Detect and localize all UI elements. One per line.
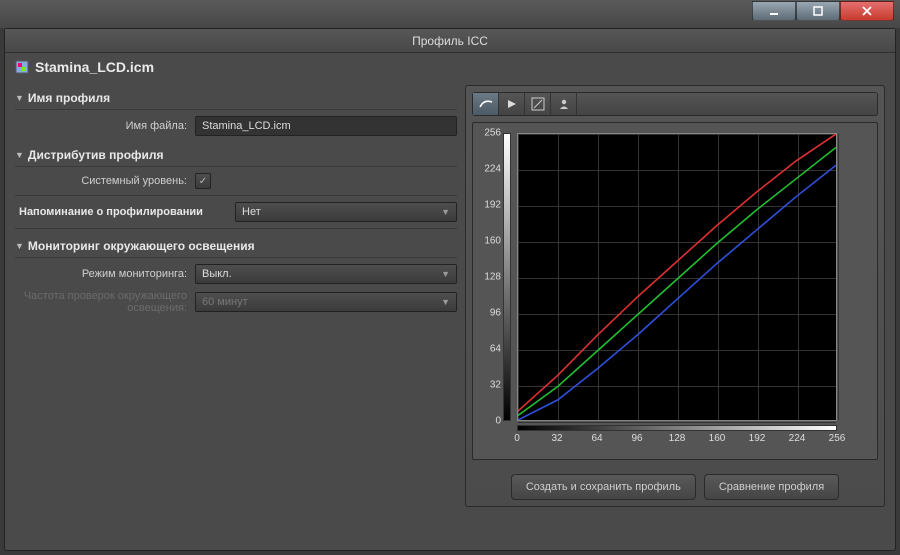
tab-edit[interactable] bbox=[525, 93, 551, 115]
section-profile-distribution[interactable]: ▼ Дистрибутив профиля bbox=[15, 142, 457, 167]
window-maximize-button[interactable] bbox=[796, 1, 840, 21]
tone-curve-chart: 0326496128160192224256 03264961281601922… bbox=[477, 127, 873, 457]
section-title: Мониторинг окружающего освещения bbox=[28, 239, 255, 253]
panel-title: Профиль ICC bbox=[5, 29, 895, 53]
chevron-down-icon: ▼ bbox=[441, 207, 450, 217]
chart-toolbar bbox=[472, 92, 878, 116]
filename-label: Имя файла: bbox=[15, 120, 195, 132]
tab-arrow[interactable] bbox=[499, 93, 525, 115]
profile-filename: Stamina_LCD.icm bbox=[35, 59, 154, 75]
window-minimize-button[interactable] bbox=[752, 1, 796, 21]
section-profile-name[interactable]: ▼ Имя профиля bbox=[15, 85, 457, 110]
collapse-icon: ▼ bbox=[15, 93, 24, 103]
select-value: Нет bbox=[242, 206, 261, 218]
tab-user[interactable] bbox=[551, 93, 577, 115]
monitoring-mode-label: Режим мониторинга: bbox=[15, 268, 195, 280]
system-level-label: Системный уровень: bbox=[15, 175, 195, 187]
chevron-down-icon: ▼ bbox=[441, 297, 450, 307]
create-save-profile-button[interactable]: Создать и сохранить профиль bbox=[511, 474, 696, 500]
system-level-checkbox[interactable]: ✓ bbox=[195, 173, 211, 189]
collapse-icon: ▼ bbox=[15, 150, 24, 160]
select-value: Выкл. bbox=[202, 268, 232, 280]
select-value: 60 минут bbox=[202, 296, 248, 308]
window-titlebar bbox=[0, 0, 900, 28]
chevron-down-icon: ▼ bbox=[441, 269, 450, 279]
chart-panel: 0326496128160192224256 03264961281601922… bbox=[465, 85, 885, 507]
x-gradient-bar bbox=[517, 425, 837, 431]
check-frequency-label: Частота проверок окружающего освещения: bbox=[15, 290, 195, 314]
tab-curves[interactable] bbox=[473, 93, 499, 115]
check-frequency-select: 60 минут ▼ bbox=[195, 292, 457, 312]
filename-input[interactable] bbox=[195, 116, 457, 136]
section-ambient-monitoring[interactable]: ▼ Мониторинг окружающего освещения bbox=[15, 233, 457, 258]
monitoring-mode-select[interactable]: Выкл. ▼ bbox=[195, 264, 457, 284]
profiling-reminder-label: Напоминание о профилировании bbox=[15, 206, 235, 218]
window-close-button[interactable] bbox=[840, 1, 894, 21]
profiling-reminder-select[interactable]: Нет ▼ bbox=[235, 202, 457, 222]
section-title: Дистрибутив профиля bbox=[28, 148, 164, 162]
y-gradient-bar bbox=[503, 133, 511, 421]
settings-panel: ▼ Имя профиля Имя файла: ▼ Дистрибутив п… bbox=[15, 85, 457, 507]
collapse-icon: ▼ bbox=[15, 241, 24, 251]
compare-profile-button[interactable]: Сравнение профиля bbox=[704, 474, 839, 500]
profile-file-icon bbox=[15, 60, 29, 74]
section-title: Имя профиля bbox=[28, 91, 110, 105]
